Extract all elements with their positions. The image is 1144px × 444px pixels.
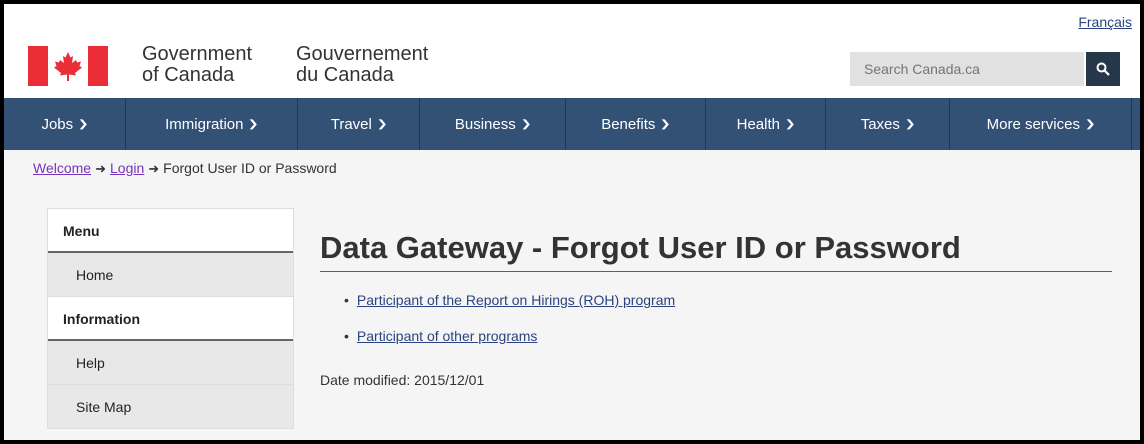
- sidebar-item-help[interactable]: Help: [48, 341, 293, 385]
- nav-label: Health: [736, 115, 780, 133]
- chevron-down-icon: ❯: [77, 118, 89, 130]
- chevron-down-icon: ❯: [520, 118, 532, 130]
- sidebar-item-site-map[interactable]: Site Map: [48, 385, 293, 429]
- chevron-down-icon: ❯: [248, 118, 260, 130]
- nav-item-taxes[interactable]: Taxes ❯: [826, 98, 950, 150]
- nav-item-immigration[interactable]: Immigration ❯: [126, 98, 298, 150]
- page-title: Data Gateway - Forgot User ID or Passwor…: [320, 230, 961, 265]
- bullet-icon: •: [344, 292, 349, 308]
- signature-french[interactable]: Gouvernement du Canada: [296, 44, 428, 86]
- breadcrumb-link-welcome[interactable]: Welcome: [33, 160, 91, 176]
- signature-fr-line1: Gouvernement: [296, 43, 429, 65]
- search-input[interactable]: [850, 52, 1084, 86]
- nav-label: Business: [454, 115, 516, 133]
- sidebar-heading-menu: Menu: [48, 209, 293, 253]
- nav-label: Taxes: [860, 115, 900, 133]
- list-item: • Participant of other programs: [344, 324, 675, 360]
- link-other-programs[interactable]: Participant of other programs: [357, 328, 538, 344]
- search-button[interactable]: [1086, 52, 1120, 86]
- main-nav: Jobs ❯ Immigration ❯ Travel ❯ Business ❯ Ben…: [4, 98, 1140, 150]
- date-modified: Date modified: 2015/12/01: [320, 372, 485, 388]
- link-list: • Participant of the Report on Hirings (R…: [344, 288, 675, 360]
- nav-item-jobs[interactable]: Jobs ❯: [4, 98, 126, 150]
- breadcrumb-current: Forgot User ID or Password: [163, 160, 337, 176]
- language-toggle-link[interactable]: Français: [1078, 14, 1132, 30]
- chevron-down-icon: ❯: [376, 118, 388, 130]
- chevron-down-icon: ❯: [660, 118, 672, 130]
- nav-item-travel[interactable]: Travel ❯: [298, 98, 420, 150]
- search-icon: [1096, 62, 1110, 76]
- nav-label: Travel: [330, 115, 372, 133]
- arrow-right-icon: ➜: [148, 161, 160, 176]
- nav-label: Benefits: [601, 115, 656, 133]
- list-item: • Participant of the Report on Hirings (R…: [344, 288, 675, 324]
- nav-item-business[interactable]: Business ❯: [420, 98, 566, 150]
- title-underline: [320, 271, 1112, 272]
- signature-en-line1: Government: [142, 43, 253, 65]
- breadcrumb: Welcome ➜ Login ➜ Forgot User ID or Password: [4, 150, 1140, 186]
- page-frame: Français Government of Canada Gouverneme…: [4, 4, 1140, 440]
- nav-item-benefits[interactable]: Benefits ❯: [566, 98, 706, 150]
- chevron-down-icon: ❯: [784, 118, 796, 130]
- signature-fr-line2: du Canada: [296, 64, 394, 86]
- link-roh-program[interactable]: Participant of the Report on Hirings (RO…: [357, 292, 675, 308]
- sidebar-item-home[interactable]: Home: [48, 253, 293, 297]
- signature-english[interactable]: Government of Canada: [142, 44, 252, 86]
- nav-label: More services: [986, 115, 1080, 133]
- chevron-down-icon: ❯: [1084, 118, 1096, 130]
- arrow-right-icon: ➜: [95, 161, 106, 176]
- nav-item-health[interactable]: Health ❯: [706, 98, 826, 150]
- breadcrumb-link-login[interactable]: Login: [110, 160, 144, 176]
- nav-label: Jobs: [41, 115, 74, 133]
- bullet-icon: •: [344, 328, 349, 344]
- chevron-down-icon: ❯: [904, 118, 916, 130]
- sidebar-heading-information: Information: [48, 297, 293, 341]
- canada-flag-icon[interactable]: [28, 46, 108, 86]
- sidebar-menu: Menu Home Information Help Site Map: [47, 208, 294, 429]
- nav-label: Immigration: [165, 115, 244, 133]
- signature-en-line2: of Canada: [142, 64, 235, 86]
- nav-item-more-services[interactable]: More services ❯: [950, 98, 1132, 150]
